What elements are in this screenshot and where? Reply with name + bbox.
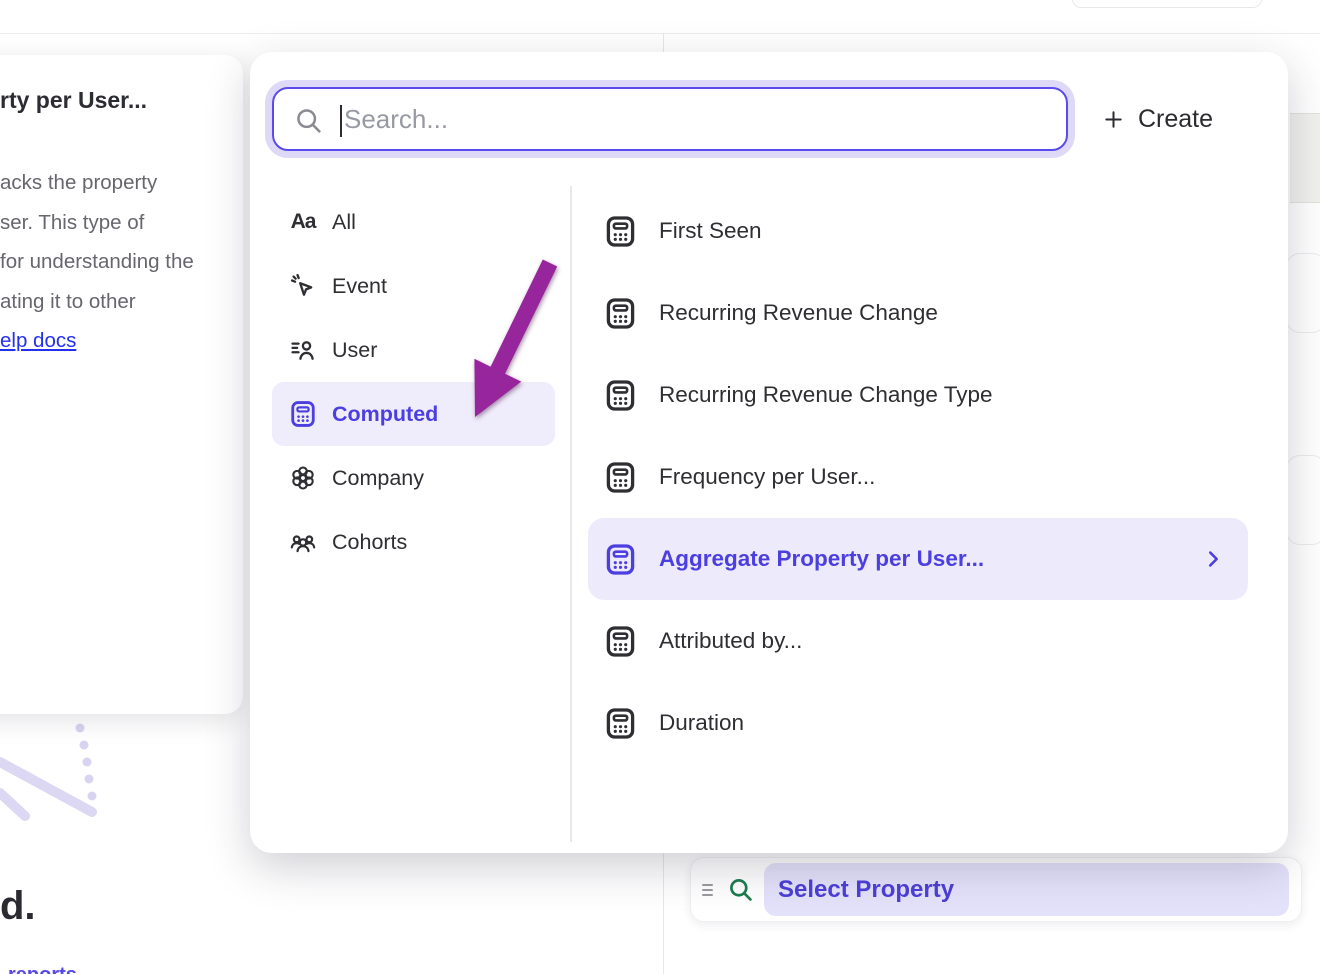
decorative-chart-lines xyxy=(0,700,130,840)
property-picker-modal: Create Aa All E xyxy=(250,52,1288,853)
property-list: First Seen Recurring Revenue Change Recu… xyxy=(588,190,1248,764)
select-property-bar: Select Property xyxy=(690,857,1302,922)
category-item-cohorts[interactable]: Cohorts xyxy=(272,510,555,574)
tooltip-body: acks the property ser. This type of for … xyxy=(0,163,233,361)
search-box[interactable] xyxy=(272,87,1068,151)
property-label: Recurring Revenue Change Type xyxy=(659,382,993,408)
background-row-fragment xyxy=(1286,455,1320,545)
property-item[interactable]: First Seen xyxy=(588,190,1248,272)
property-item[interactable]: Recurring Revenue Change xyxy=(588,272,1248,354)
calculator-icon xyxy=(604,543,637,576)
background-button-fragment xyxy=(1072,0,1262,8)
annotation-arrow xyxy=(440,250,580,450)
create-button-label: Create xyxy=(1138,105,1213,134)
text-aa-icon: Aa xyxy=(288,207,318,237)
tooltip-body-line: ser. This type of xyxy=(0,203,233,243)
calculator-icon xyxy=(288,399,318,429)
plus-icon xyxy=(1102,108,1125,131)
help-docs-link[interactable]: elp docs xyxy=(0,329,76,352)
chevron-right-icon xyxy=(1202,548,1224,570)
calculator-icon xyxy=(604,215,637,248)
property-tooltip-card: rty per User... acks the property ser. T… xyxy=(0,55,243,714)
category-label: User xyxy=(332,338,377,363)
background-link-fragment: reports xyxy=(8,964,77,974)
property-label: Recurring Revenue Change xyxy=(659,300,938,326)
background-heading-fragment: d. xyxy=(0,884,36,929)
property-item[interactable]: Recurring Revenue Change Type xyxy=(588,354,1248,436)
calculator-icon xyxy=(604,379,637,412)
category-label: Event xyxy=(332,274,387,299)
category-label: All xyxy=(332,210,356,235)
category-label: Cohorts xyxy=(332,530,407,555)
property-item[interactable]: Attributed by... xyxy=(588,600,1248,682)
cohorts-people-icon xyxy=(288,527,318,557)
tooltip-title: rty per User... xyxy=(0,87,147,114)
company-cluster-icon xyxy=(288,463,318,493)
property-label: First Seen xyxy=(659,218,762,244)
calculator-icon xyxy=(604,461,637,494)
cursor-click-icon xyxy=(288,271,318,301)
screen: rty per User... acks the property ser. T… xyxy=(0,0,1320,974)
background-panel-fragment xyxy=(1290,113,1320,203)
calculator-icon xyxy=(604,297,637,330)
text-caret xyxy=(340,105,342,137)
property-label: Aggregate Property per User... xyxy=(659,546,984,572)
drag-handle-icon[interactable] xyxy=(699,878,723,902)
create-button[interactable]: Create xyxy=(1102,96,1213,142)
select-property-button[interactable]: Select Property xyxy=(764,863,1289,916)
property-item-aggregate-property-per-user[interactable]: Aggregate Property per User... xyxy=(588,518,1248,600)
select-property-label: Select Property xyxy=(778,876,954,904)
property-item[interactable]: Duration xyxy=(588,682,1248,764)
calculator-icon xyxy=(604,625,637,658)
category-label: Computed xyxy=(332,402,438,427)
search-input[interactable] xyxy=(344,89,1044,149)
tooltip-body-line: acks the property xyxy=(0,163,233,203)
property-label: Attributed by... xyxy=(659,628,802,654)
calculator-icon xyxy=(604,707,637,740)
property-item[interactable]: Frequency per User... xyxy=(588,436,1248,518)
tooltip-body-line: for understanding the xyxy=(0,242,233,282)
property-label: Frequency per User... xyxy=(659,464,875,490)
search-icon xyxy=(727,876,754,903)
background-row-fragment xyxy=(1286,253,1320,333)
property-label: Duration xyxy=(659,710,744,736)
user-icon xyxy=(288,335,318,365)
tooltip-body-line: ating it to other xyxy=(0,282,233,322)
search-icon xyxy=(294,106,323,135)
category-item-company[interactable]: Company xyxy=(272,446,555,510)
category-label: Company xyxy=(332,466,424,491)
background-horizontal-divider xyxy=(0,33,1320,34)
category-item-all[interactable]: Aa All xyxy=(272,190,555,254)
